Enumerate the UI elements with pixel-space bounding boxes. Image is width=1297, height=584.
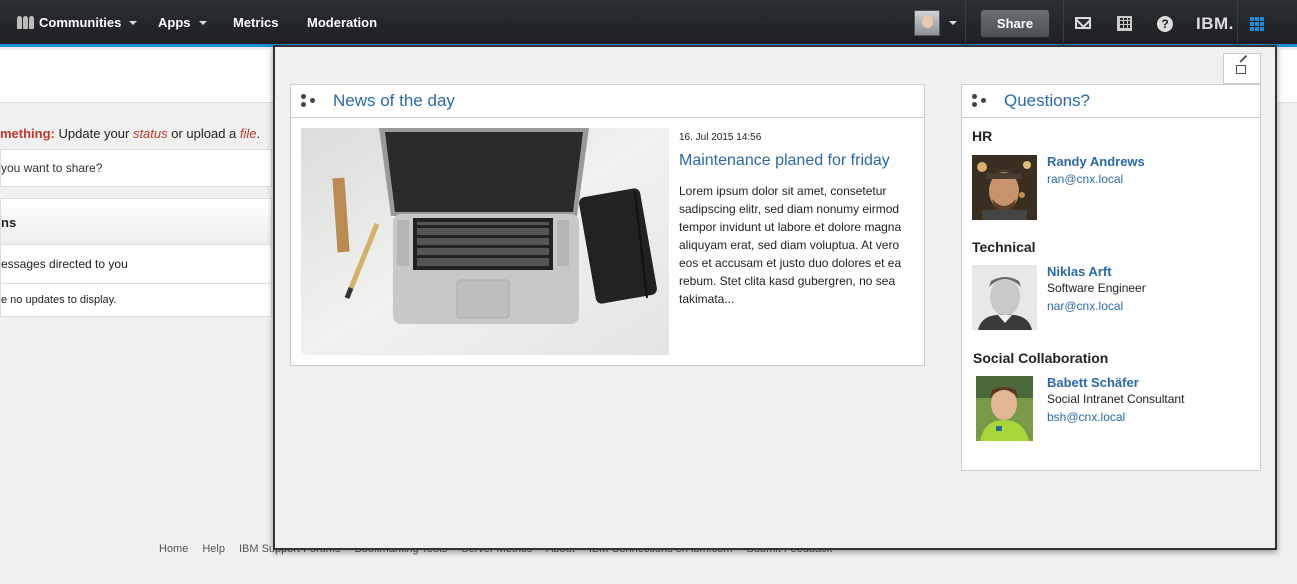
mail-icon[interactable] [1075,14,1093,32]
contact-photo[interactable] [972,155,1037,220]
share-button[interactable]: Share [980,9,1050,38]
divider [1063,0,1064,47]
prompt-highlight: mething: [0,126,55,141]
help-icon[interactable]: ? [1157,14,1175,32]
news-body: Lorem ipsum dolor sit amet, consetetur s… [679,184,902,306]
divider [1237,0,1238,47]
chevron-down-icon [129,20,138,25]
section-label: ns [1,215,17,230]
news-widget-header: News of the day [291,85,924,118]
divider [965,0,966,47]
questions-title: Questions? [1004,91,1090,110]
chevron-down-icon [198,20,207,25]
contact-photo[interactable] [972,265,1037,330]
contact-email-link[interactable]: bsh@cnx.local [1047,410,1125,424]
prompt-text: Update your [54,126,133,141]
widget-icon [301,94,319,108]
contact-photo[interactable] [976,376,1033,441]
messages-label: essages directed to you [1,257,128,271]
contact-name-link[interactable]: Babett Schäfer [1047,375,1139,390]
contact-email-link[interactable]: nar@cnx.local [1047,299,1123,313]
share-placeholder: you want to share? [1,161,103,175]
share-input[interactable]: you want to share? [0,149,272,187]
nav-apps-label: Apps [158,15,191,30]
file-link[interactable]: file [240,126,257,141]
news-title: News of the day [333,91,455,110]
prompt-text: or upload a [167,126,240,141]
nav-apps[interactable]: Apps [158,15,207,30]
communities-icon [17,16,34,29]
category-label: HR [972,128,993,144]
status-prompt: mething: Update your status or upload a … [0,126,260,141]
contact-name-link[interactable]: Randy Andrews [1047,154,1145,169]
nav-communities[interactable]: Communities [17,15,138,30]
prompt-text: . [256,126,261,141]
questions-widget-header: Questions? [962,85,1260,118]
contact-name-link[interactable]: Niklas Arft [1047,264,1112,279]
no-updates-text: e no updates to display. [1,294,117,306]
nav-metrics-label: Metrics [233,15,279,30]
popout-button[interactable] [1223,53,1261,84]
external-link-icon [1236,65,1246,74]
ibm-logo: IBM. [1196,14,1234,33]
empty-stream: e no updates to display. [0,283,272,317]
footer-link-help[interactable]: Help [202,543,225,555]
news-date: 16. Jul 2015 14:56 [679,132,762,143]
widget-icon [972,94,990,108]
apps-overlay-panel: News of the day 16. Jul 2015 14:56 Maint… [273,45,1277,550]
nav-metrics[interactable]: Metrics [233,15,279,30]
footer-link-home[interactable]: Home [159,543,188,555]
status-link[interactable]: status [133,126,168,141]
contact-role: Social Intranet Consultant [1047,392,1185,406]
contact-role: Software Engineer [1047,281,1146,295]
nav-moderation-label: Moderation [307,15,378,30]
chevron-down-icon[interactable] [949,21,957,25]
news-widget: News of the day 16. Jul 2015 14:56 Maint… [290,84,925,366]
contact-email-link[interactable]: ran@cnx.local [1047,172,1123,186]
messages-filter[interactable]: essages directed to you [0,244,272,284]
calendar-icon[interactable] [1117,14,1135,32]
news-headline-link[interactable]: Maintenance planed for friday [679,152,890,170]
category-label: Technical [972,239,1036,255]
user-avatar[interactable] [914,10,940,36]
apps-grid-icon[interactable] [1250,17,1264,31]
category-label: Social Collaboration [973,350,1109,366]
questions-widget: Questions? HR Randy Andrews ran@cnx.loca… [961,84,1261,471]
news-image[interactable] [301,128,669,355]
top-navbar: Communities Apps Metrics Moderation Shar… [0,0,1297,47]
nav-moderation[interactable]: Moderation [307,15,377,30]
nav-communities-label: Communities [39,15,122,30]
stream-section-header: ns [0,198,272,245]
